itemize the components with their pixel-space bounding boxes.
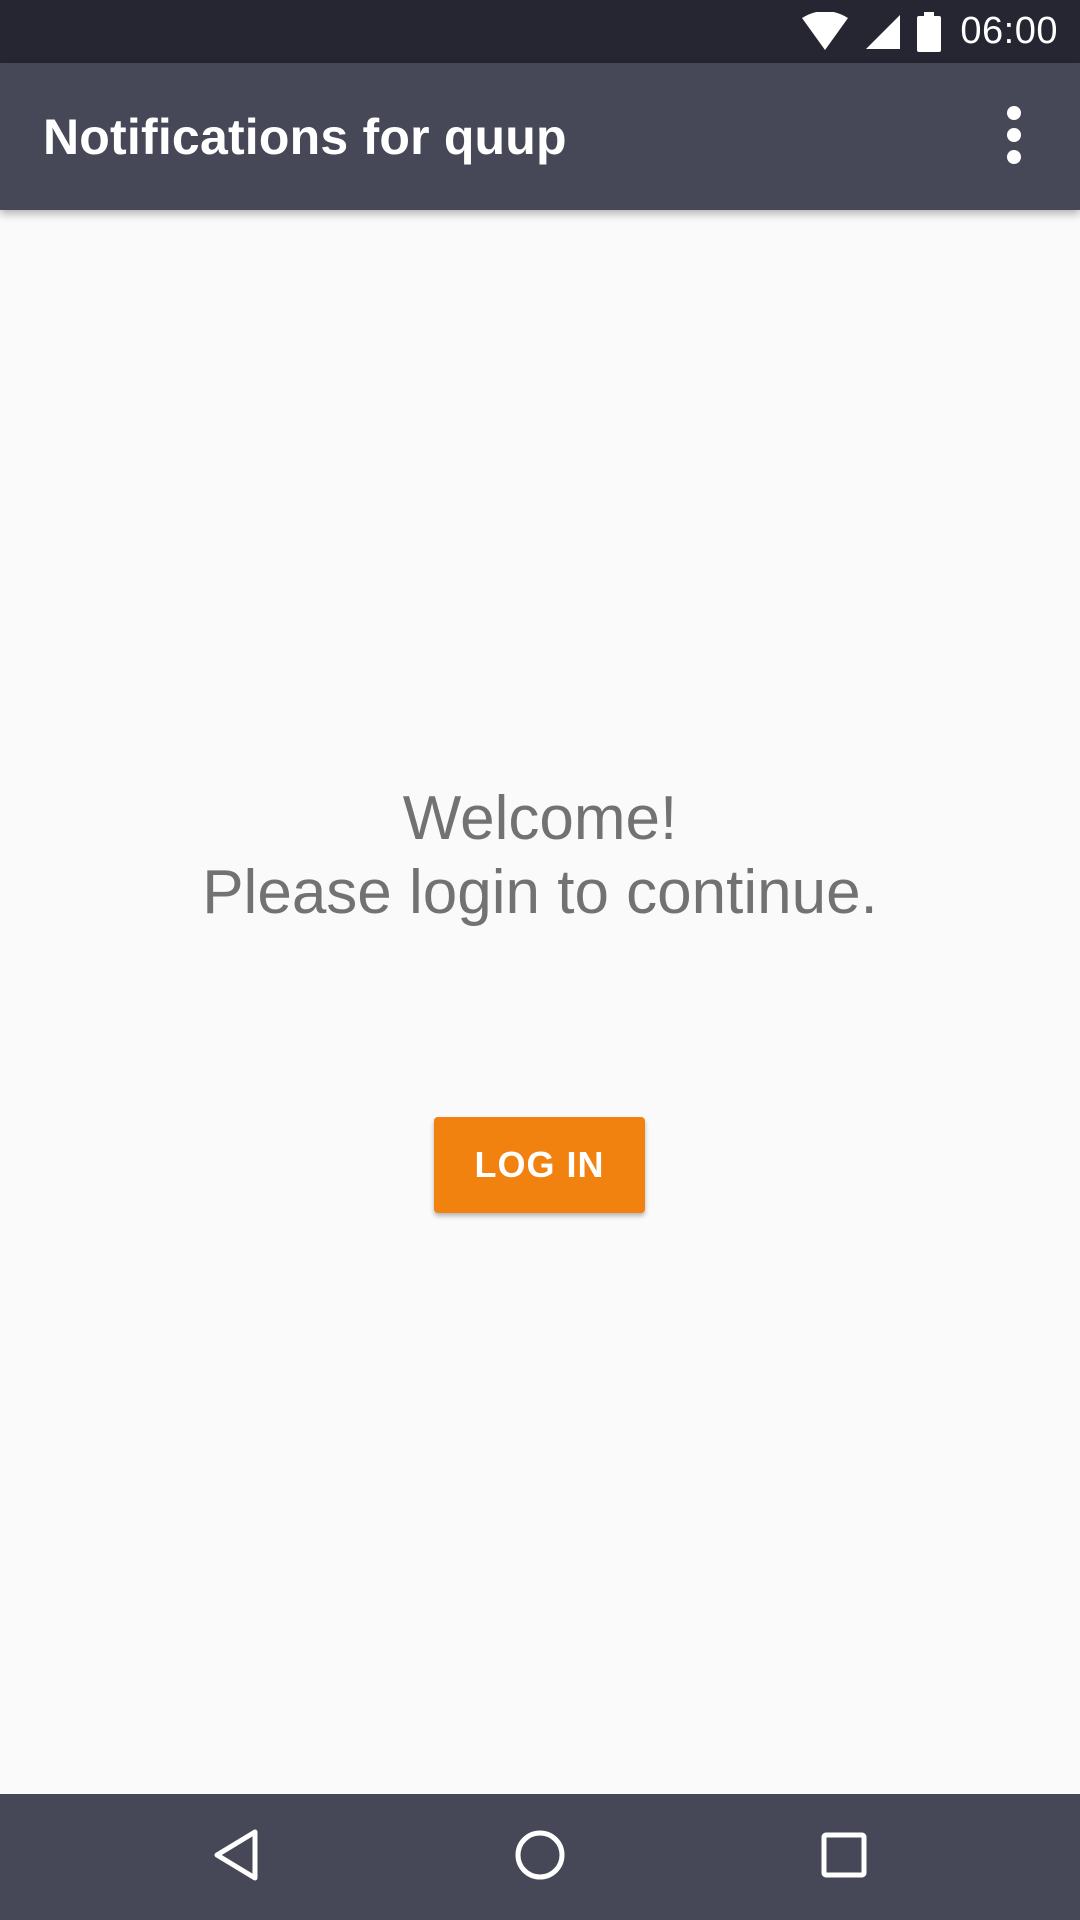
screen: 06:00 Notifications for quup Welcome! Pl… xyxy=(0,0,1080,1920)
wifi-icon xyxy=(800,11,850,52)
back-icon xyxy=(211,1828,261,1886)
more-vert-icon xyxy=(1004,105,1024,169)
welcome-message: Welcome! Please login to continue. xyxy=(0,782,1080,930)
recents-button[interactable] xyxy=(774,1794,914,1920)
welcome-title: Welcome! xyxy=(402,784,678,853)
status-time: 06:00 xyxy=(960,10,1058,52)
navigation-bar xyxy=(0,1794,1080,1920)
status-bar: 06:00 xyxy=(0,0,1080,63)
cellular-signal-icon xyxy=(864,13,902,51)
back-button[interactable] xyxy=(166,1794,306,1920)
home-icon xyxy=(513,1828,567,1886)
overflow-menu-button[interactable] xyxy=(978,101,1050,173)
battery-icon xyxy=(916,11,942,52)
app-bar: Notifications for quup xyxy=(0,63,1080,210)
recents-icon xyxy=(819,1830,869,1884)
home-button[interactable] xyxy=(470,1794,610,1920)
login-button[interactable]: LOG IN xyxy=(434,1117,645,1213)
main-content: Welcome! Please login to continue. LOG I… xyxy=(0,210,1080,1794)
app-title: Notifications for quup xyxy=(43,108,567,165)
welcome-subtitle: Please login to continue. xyxy=(202,858,878,927)
